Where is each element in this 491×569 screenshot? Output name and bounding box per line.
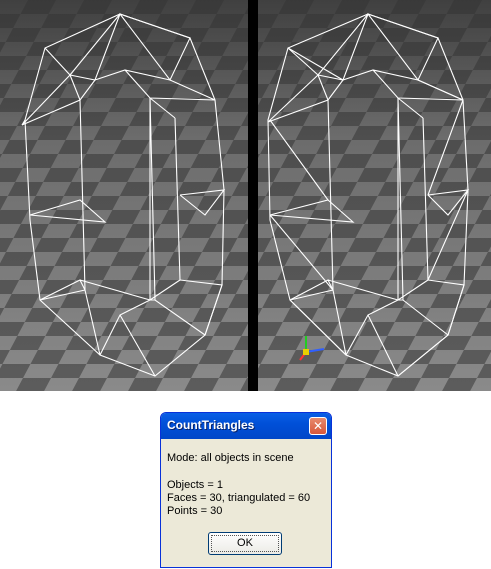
close-button[interactable]: ✕ bbox=[309, 417, 327, 435]
ok-button[interactable]: OK bbox=[208, 532, 282, 555]
dialog-titlebar[interactable]: CountTriangles ✕ bbox=[161, 413, 331, 439]
objects-count: Objects = 1 bbox=[167, 479, 223, 491]
counttriangles-dialog: CountTriangles ✕ Mode: all objects in sc… bbox=[160, 412, 332, 568]
viewport-right-canvas bbox=[258, 0, 491, 391]
viewport-left[interactable] bbox=[0, 0, 248, 391]
viewport-left-canvas bbox=[0, 0, 248, 391]
faces-count: Faces = 30, triangulated = 60 bbox=[167, 492, 311, 504]
points-count: Points = 30 bbox=[167, 505, 223, 517]
viewport-area bbox=[0, 0, 491, 391]
dialog-body: Mode: all objects in scene Objects = 1 F… bbox=[161, 439, 331, 567]
dialog-title: CountTriangles bbox=[167, 418, 255, 432]
viewport-right[interactable] bbox=[258, 0, 491, 391]
mode-text: Mode: all objects in scene bbox=[167, 452, 294, 464]
close-icon: ✕ bbox=[312, 419, 324, 433]
